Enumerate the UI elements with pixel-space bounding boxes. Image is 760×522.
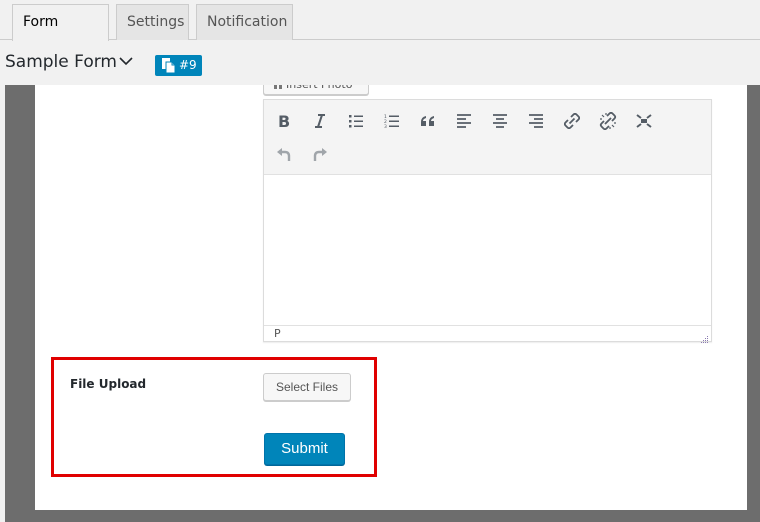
- bullet-list-icon: [349, 115, 363, 128]
- element-path[interactable]: P: [274, 327, 281, 340]
- align-right-icon: [529, 114, 543, 128]
- align-center-icon: [493, 114, 507, 128]
- tab-form-editor[interactable]: Form Editor: [12, 4, 109, 64]
- svg-text:B: B: [278, 113, 290, 129]
- quote-icon: [421, 116, 434, 126]
- bold-button[interactable]: B: [270, 107, 298, 135]
- redo-icon: [313, 148, 327, 161]
- chevron-down-icon[interactable]: [118, 53, 134, 69]
- form-id-badge[interactable]: #9: [155, 55, 202, 76]
- file-upload-label: File Upload: [70, 377, 147, 391]
- form-preview: Insert Photo B 123: [35, 85, 747, 510]
- align-left-icon: [457, 114, 471, 128]
- select-files-button[interactable]: Select Files: [263, 373, 351, 401]
- redo-button[interactable]: [306, 140, 334, 168]
- svg-text:3: 3: [384, 124, 387, 128]
- copy-icon: [162, 58, 175, 73]
- italic-button[interactable]: [306, 107, 334, 135]
- tab-settings[interactable]: Settings: [116, 4, 189, 40]
- bulleted-list-button[interactable]: [342, 107, 370, 135]
- form-title[interactable]: Sample Form: [5, 52, 117, 72]
- fullscreen-button[interactable]: [630, 107, 658, 135]
- link-icon: [564, 113, 580, 129]
- undo-button[interactable]: [270, 140, 298, 168]
- align-right-button[interactable]: [522, 107, 550, 135]
- editor-content[interactable]: [264, 176, 711, 326]
- undo-icon: [277, 148, 291, 161]
- numbered-list-button[interactable]: 123: [378, 107, 406, 135]
- tab-bar: Form Editor Settings Notification: [0, 0, 760, 64]
- numbered-list-icon: 123: [384, 114, 399, 128]
- insert-photo-button[interactable]: Insert Photo: [263, 85, 369, 95]
- form-title-bar: Sample Form #9: [0, 41, 760, 85]
- tab-notification[interactable]: Notification: [196, 4, 293, 40]
- italic-icon: [315, 114, 325, 128]
- align-center-button[interactable]: [486, 107, 514, 135]
- submit-button[interactable]: Submit: [264, 433, 345, 465]
- editor-statusbar: P: [264, 325, 711, 343]
- blockquote-button[interactable]: [414, 107, 442, 135]
- insert-photo-label: Insert Photo: [286, 85, 352, 91]
- remove-link-button[interactable]: [594, 107, 622, 135]
- resize-handle-icon[interactable]: [699, 329, 709, 343]
- editor-toolbar: B 123: [264, 100, 711, 175]
- insert-link-button[interactable]: [558, 107, 586, 135]
- unlink-icon: [599, 112, 617, 130]
- rich-text-editor: B 123 P: [263, 99, 712, 343]
- form-id: #9: [179, 58, 197, 72]
- align-left-button[interactable]: [450, 107, 478, 135]
- bold-icon: B: [278, 113, 290, 129]
- fullscreen-icon: [636, 114, 652, 128]
- photo-icon: [274, 85, 282, 89]
